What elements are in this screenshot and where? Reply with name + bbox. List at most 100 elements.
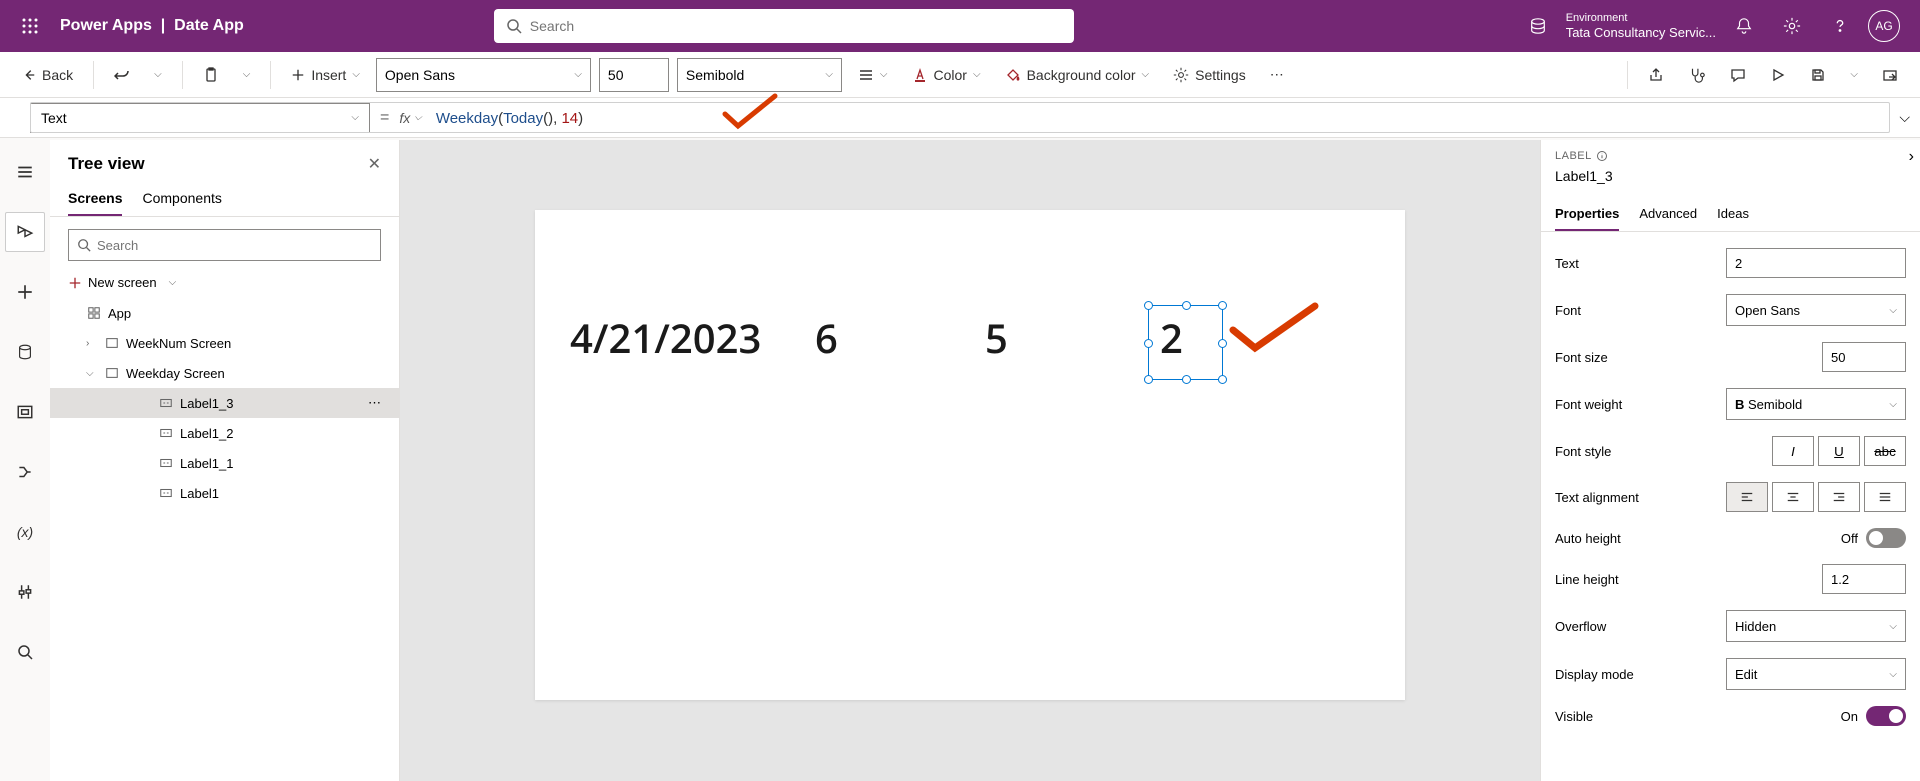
bgcolor-button[interactable]: Background color ⌵ [997,59,1158,91]
close-tree-icon[interactable]: ✕ [368,154,381,174]
font-name-select[interactable]: Open Sans⌵ [376,58,591,92]
autoheight-toggle[interactable] [1866,528,1906,548]
align-left-button[interactable] [1726,482,1768,512]
variables-rail-icon[interactable]: (x) [5,512,45,552]
notifications-icon[interactable] [1724,6,1764,46]
tree-view-icon[interactable] [5,212,45,252]
publish-button[interactable] [1874,59,1906,91]
preview-button[interactable] [1762,59,1794,91]
strike-button[interactable]: abc [1864,436,1906,466]
align-center-button[interactable] [1772,482,1814,512]
media-rail-icon[interactable] [5,392,45,432]
checker-button[interactable] [1680,59,1714,91]
expand-formula-icon[interactable]: ⌵ [1899,109,1910,126]
help-icon[interactable] [1820,6,1860,46]
app-launcher-icon[interactable] [10,6,50,46]
search-rail-icon[interactable] [5,632,45,672]
canvas-label-5[interactable]: 5 [985,310,1008,365]
align-button[interactable]: ⌵ [850,59,896,91]
insert-rail-icon[interactable] [5,272,45,312]
prop-overflow-select[interactable]: Hidden⌵ [1726,610,1906,642]
environment-icon[interactable] [1518,6,1558,46]
italic-button[interactable]: I [1772,436,1814,466]
more-icon[interactable]: ⋯ [368,395,381,411]
label-icon [158,425,174,441]
fx-icon[interactable]: fx⌵ [399,110,421,126]
paste-dropdown[interactable]: ⌵ [235,59,259,91]
tab-ideas[interactable]: Ideas [1717,198,1749,231]
label-icon [158,455,174,471]
plus-icon [68,276,82,290]
data-rail-icon[interactable] [5,332,45,372]
underline-button[interactable]: U [1818,436,1860,466]
tab-screens[interactable]: Screens [68,182,122,216]
arrow-left-icon [22,68,36,82]
tree-item-label1-3[interactable]: Label1_3 ⋯ [50,388,399,418]
new-screen-button[interactable]: New screen ⌵ [50,267,399,298]
comments-button[interactable] [1722,59,1754,91]
tab-components[interactable]: Components [142,182,221,216]
font-weight-select[interactable]: Semibold⌵ [677,58,842,92]
undo-button[interactable] [106,59,138,91]
equals-sign: = [380,109,389,127]
tab-advanced[interactable]: Advanced [1639,198,1697,231]
tree-search-box[interactable] [68,229,381,261]
canvas-label-6[interactable]: 6 [815,310,838,365]
expand-panel-icon[interactable]: › [1909,148,1914,166]
search-input[interactable] [530,18,1062,34]
tree-search-input[interactable] [97,238,372,253]
tree-item-label1-2[interactable]: Label1_2 [50,418,399,448]
visible-toggle[interactable] [1866,706,1906,726]
canvas-area[interactable]: 4/21/2023 6 5 2 [400,140,1540,781]
tree-item-weeknum-screen[interactable]: › WeekNum Screen [50,328,399,358]
prop-text-label: Text [1555,256,1579,271]
canvas-label-date[interactable]: 4/21/2023 [570,310,761,365]
info-icon[interactable] [1596,150,1608,162]
prop-visible-label: Visible [1555,709,1593,724]
prop-fontsize-input[interactable] [1822,342,1906,372]
paste-button[interactable] [195,59,227,91]
tree-item-weekday-screen[interactable]: ⌵ Weekday Screen [50,358,399,388]
selection-box[interactable] [1148,305,1223,380]
save-dropdown[interactable]: ⌵ [1842,59,1866,91]
tree-item-app[interactable]: App [50,298,399,328]
prop-displaymode-label: Display mode [1555,667,1634,682]
prop-lineheight-input[interactable] [1822,564,1906,594]
tree-item-label1-1[interactable]: Label1_1 [50,448,399,478]
environment-text[interactable]: Environment Tata Consultancy Servic... [1566,12,1716,41]
prop-text-input[interactable] [1726,248,1906,278]
screen-icon [104,365,120,381]
tab-properties[interactable]: Properties [1555,198,1619,231]
search-box[interactable] [494,9,1074,43]
insert-button[interactable]: Insert ⌵ [283,59,368,91]
prop-align-label: Text alignment [1555,490,1639,505]
flows-rail-icon[interactable] [5,452,45,492]
prop-fontweight-select[interactable]: B Semibold⌵ [1726,388,1906,420]
tree-item-label1[interactable]: Label1 [50,478,399,508]
prop-displaymode-select[interactable]: Edit⌵ [1726,658,1906,690]
align-justify-button[interactable] [1864,482,1906,512]
more-button[interactable]: ⋯ [1262,59,1292,91]
user-avatar[interactable]: AG [1868,10,1900,42]
settings-button[interactable]: Settings [1165,59,1254,91]
share-button[interactable] [1640,59,1672,91]
formula-bar: Text⌵ = fx⌵ Weekday(Today(), 14) ⌵ [0,98,1920,138]
back-button[interactable]: Back [14,59,81,91]
control-name[interactable]: Label1_3 [1555,168,1906,184]
canvas-screen[interactable]: 4/21/2023 6 5 2 [535,210,1405,700]
formula-input[interactable]: Weekday(Today(), 14) [432,105,1906,131]
undo-dropdown[interactable]: ⌵ [146,59,170,91]
align-right-button[interactable] [1818,482,1860,512]
save-button[interactable] [1802,59,1834,91]
hamburger-icon[interactable] [5,152,45,192]
prop-fontweight-label: Font weight [1555,397,1622,412]
color-button[interactable]: Color ⌵ [904,59,989,91]
prop-font-select[interactable]: Open Sans⌵ [1726,294,1906,326]
plus-icon [291,68,305,82]
settings-gear-icon[interactable] [1772,6,1812,46]
paint-bucket-icon [1005,67,1021,83]
tools-rail-icon[interactable] [5,572,45,612]
tree-view-panel: Tree view ✕ Screens Components New scree… [50,140,400,781]
font-size-input[interactable]: 50 [599,58,669,92]
property-selector[interactable]: Text⌵ [30,103,370,133]
